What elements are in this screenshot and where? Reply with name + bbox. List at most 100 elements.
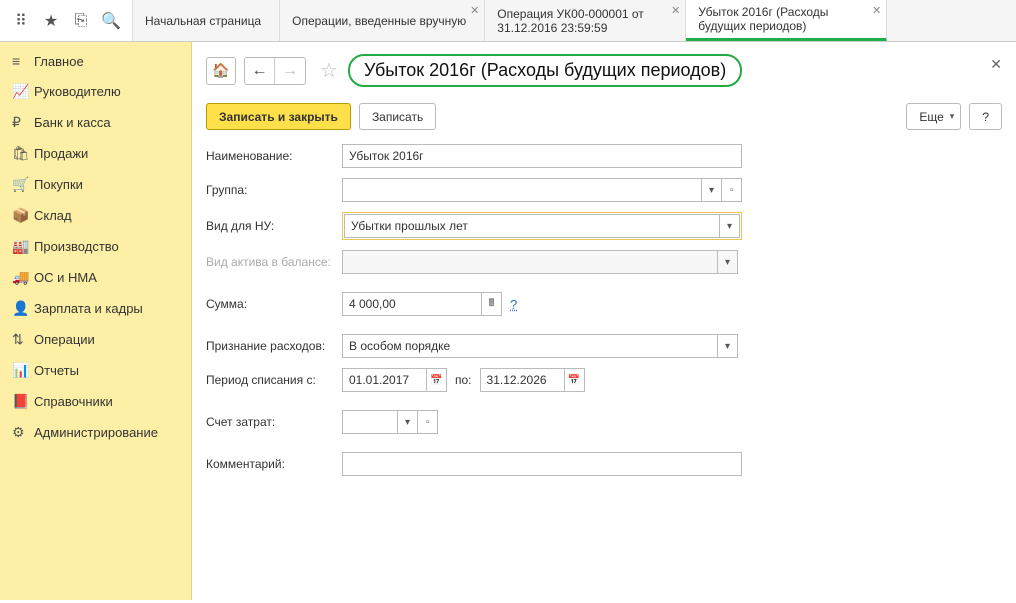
period-from-input[interactable]: 01.01.2017 — [342, 368, 427, 392]
favorite-star-icon[interactable]: ☆ — [320, 58, 338, 83]
period-to-label: по: — [455, 373, 472, 387]
tool-icons: ⠿ ★ ⎘ 🔍 — [0, 0, 133, 41]
tab-label: Операция УК00-000001 от 31.12.2016 23:59… — [497, 7, 667, 35]
comment-input[interactable] — [342, 452, 742, 476]
tab-label: Операции, введенные вручную — [292, 14, 466, 28]
period-label: Период списания с: — [206, 373, 342, 387]
tabs: Начальная страница Операции, введенные в… — [133, 0, 1016, 41]
sidebar-item-label: ОС и НМА — [34, 270, 97, 285]
sidebar-item-label: Операции — [34, 332, 95, 347]
sidebar-item-production[interactable]: 🏭Производство — [0, 231, 191, 262]
sidebar-item-hr[interactable]: 👤Зарплата и кадры — [0, 293, 191, 324]
sidebar-item-label: Банк и касса — [34, 115, 111, 130]
tab-label: Убыток 2016г (Расходы будущих периодов) — [698, 5, 868, 33]
barchart-icon: 📊 — [12, 362, 34, 379]
vidnu-input[interactable]: Убытки прошлых лет — [344, 214, 720, 238]
calendar-icon[interactable]: 📅 — [427, 368, 447, 392]
asset-label: Вид актива в балансе: — [206, 255, 342, 269]
nav-buttons: ← → — [244, 57, 306, 85]
group-label: Группа: — [206, 183, 342, 197]
more-button[interactable]: Еще — [906, 103, 961, 130]
sidebar-item-reports[interactable]: 📊Отчеты — [0, 355, 191, 386]
page-title: Убыток 2016г (Расходы будущих периодов) — [348, 54, 742, 87]
sum-label: Сумма: — [206, 297, 342, 311]
tab-home[interactable]: Начальная страница — [133, 0, 280, 41]
tab-loss-2016[interactable]: Убыток 2016г (Расходы будущих периодов) ✕ — [686, 0, 887, 41]
command-bar: Записать и закрыть Записать Еще ? — [206, 103, 1002, 130]
form-header: 🏠 ← → ☆ Убыток 2016г (Расходы будущих пе… — [206, 54, 1002, 87]
tab-op-uk00[interactable]: Операция УК00-000001 от 31.12.2016 23:59… — [485, 0, 686, 41]
sidebar-item-main[interactable]: ≡Главное — [0, 46, 191, 76]
sidebar-item-label: Покупки — [34, 177, 83, 192]
save-and-close-button[interactable]: Записать и закрыть — [206, 103, 351, 130]
home-button[interactable]: 🏠 — [206, 57, 236, 85]
dropdown-icon[interactable]: ▾ — [718, 334, 738, 358]
acct-label: Счет затрат: — [206, 415, 342, 429]
close-form-button[interactable]: ✕ — [990, 56, 1002, 73]
calendar-icon[interactable]: 📅 — [565, 368, 585, 392]
sidebar-item-label: Зарплата и кадры — [34, 301, 143, 316]
save-button[interactable]: Записать — [359, 103, 436, 130]
sidebar-item-sales[interactable]: 🛍Продажи — [0, 138, 191, 169]
sidebar-item-manager[interactable]: 📈Руководителю — [0, 76, 191, 107]
sidebar-item-warehouse[interactable]: 📦Склад — [0, 200, 191, 231]
close-icon[interactable]: ✕ — [671, 4, 680, 18]
chart-icon: 📈 — [12, 83, 34, 100]
comment-label: Комментарий: — [206, 457, 342, 471]
sidebar-item-label: Руководителю — [34, 84, 121, 99]
sidebar-item-catalogs[interactable]: 📕Справочники — [0, 386, 191, 417]
dropdown-icon: ▾ — [718, 250, 738, 274]
name-input[interactable]: Убыток 2016г — [342, 144, 742, 168]
acct-input[interactable] — [342, 410, 398, 434]
vidnu-label: Вид для НУ: — [206, 219, 342, 233]
ruble-icon: ₽ — [12, 114, 34, 131]
group-input[interactable] — [342, 178, 702, 202]
search-icon[interactable]: 🔍 — [98, 8, 124, 34]
name-label: Наименование: — [206, 149, 342, 163]
sidebar-item-operations[interactable]: ⇅Операции — [0, 324, 191, 355]
form-body: Наименование: Убыток 2016г Группа: ▾ ▫ В… — [206, 144, 986, 476]
factory-icon: 🏭 — [12, 238, 34, 255]
dropdown-icon[interactable]: ▾ — [720, 214, 740, 238]
forward-button[interactable]: → — [275, 58, 305, 84]
open-icon[interactable]: ▫ — [418, 410, 438, 434]
help-button[interactable]: ? — [969, 103, 1002, 130]
truck-icon: 🚚 — [12, 269, 34, 286]
sidebar-item-label: Справочники — [34, 394, 113, 409]
star-icon[interactable]: ★ — [38, 8, 64, 34]
period-to-input[interactable]: 31.12.2026 — [480, 368, 565, 392]
dropdown-icon[interactable]: ▾ — [398, 410, 418, 434]
back-button[interactable]: ← — [245, 58, 275, 84]
box-icon: 📦 — [12, 207, 34, 224]
tab-label: Начальная страница — [145, 14, 261, 28]
dropdown-icon[interactable]: ▾ — [702, 178, 722, 202]
swap-icon: ⇅ — [12, 331, 34, 348]
top-toolbar: ⠿ ★ ⎘ 🔍 Начальная страница Операции, вве… — [0, 0, 1016, 42]
sidebar-item-purchases[interactable]: 🛒Покупки — [0, 169, 191, 200]
sidebar: ≡Главное 📈Руководителю ₽Банк и касса 🛍Пр… — [0, 42, 192, 600]
sidebar-item-label: Отчеты — [34, 363, 79, 378]
bag-icon: 🛍 — [12, 145, 34, 162]
calculator-icon[interactable]: 🖩 — [482, 292, 502, 316]
open-icon[interactable]: ▫ — [722, 178, 742, 202]
sidebar-item-admin[interactable]: ⚙Администрирование — [0, 417, 191, 448]
sidebar-item-bank[interactable]: ₽Банк и касса — [0, 107, 191, 138]
asset-input — [342, 250, 718, 274]
sidebar-item-assets[interactable]: 🚚ОС и НМА — [0, 262, 191, 293]
cart-icon: 🛒 — [12, 176, 34, 193]
home-icon: ≡ — [12, 53, 34, 69]
sidebar-item-label: Администрирование — [34, 425, 158, 440]
rec-label: Признание расходов: — [206, 339, 342, 353]
tab-ops-manual[interactable]: Операции, введенные вручную ✕ — [280, 0, 485, 41]
rec-input[interactable]: В особом порядке — [342, 334, 718, 358]
person-icon: 👤 — [12, 300, 34, 317]
sum-help-link[interactable]: ? — [510, 297, 517, 312]
apps-icon[interactable]: ⠿ — [8, 8, 34, 34]
sidebar-item-label: Производство — [34, 239, 119, 254]
sum-input[interactable]: 4 000,00 — [342, 292, 482, 316]
close-icon[interactable]: ✕ — [470, 4, 479, 18]
book-icon: 📕 — [12, 393, 34, 410]
close-icon[interactable]: ✕ — [872, 4, 881, 18]
clipboard-icon[interactable]: ⎘ — [68, 8, 94, 34]
sidebar-item-label: Склад — [34, 208, 72, 223]
